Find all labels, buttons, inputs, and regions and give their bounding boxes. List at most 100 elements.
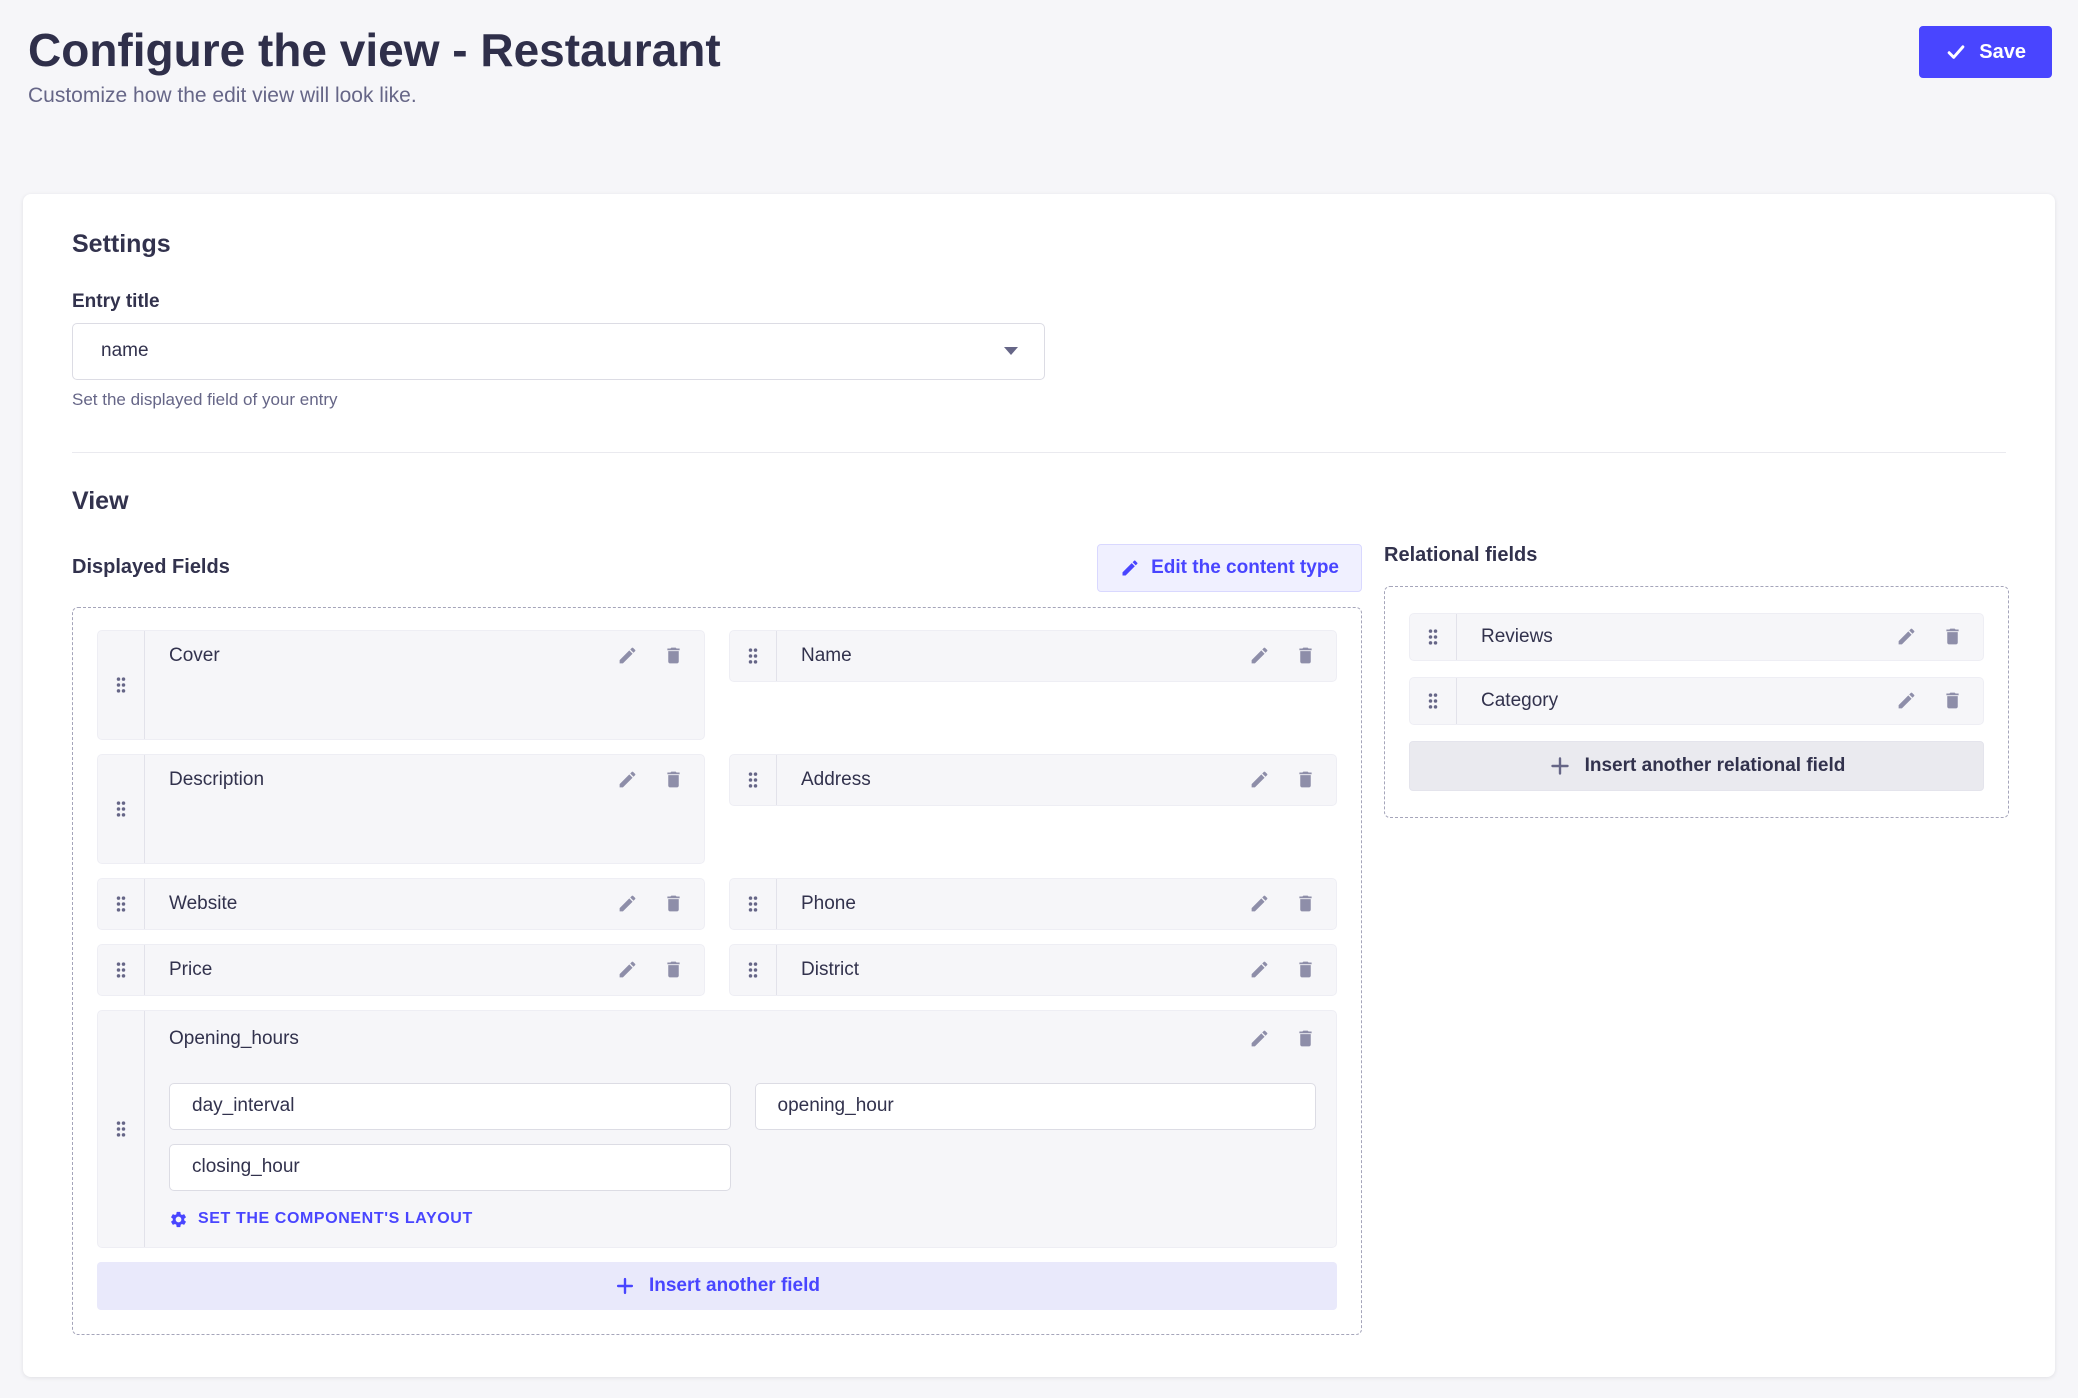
drag-handle-icon [1423,690,1443,712]
pencil-icon [1249,769,1270,790]
delete-field-button[interactable] [1295,1028,1316,1049]
entry-title-group: Entry title name Set the displayed field… [72,291,2006,410]
drag-handle[interactable] [98,755,145,863]
view-layout-row: Displayed Fields Edit the content type C… [72,544,2006,1335]
edit-field-button[interactable] [1896,690,1917,711]
drag-handle[interactable] [730,879,777,929]
field-card-cover: Cover [97,630,705,740]
field-card-content: Cover [145,631,704,739]
trash-icon [663,959,684,980]
displayed-fields-column: Displayed Fields Edit the content type C… [72,544,1362,1335]
drag-handle-icon [111,959,131,981]
field-card-content: Description [145,755,704,863]
insert-another-field-button[interactable]: Insert another field [97,1262,1337,1310]
drag-handle[interactable] [98,1011,145,1247]
subfield-opening-hour[interactable]: opening_hour [755,1083,1317,1130]
edit-field-button[interactable] [617,645,638,666]
edit-field-button[interactable] [1249,645,1270,666]
edit-field-button[interactable] [617,893,638,914]
drag-handle[interactable] [98,631,145,739]
field-actions [1896,626,1963,647]
field-actions [1896,690,1963,711]
displayed-fields-dropzone: Cover Name [72,607,1362,1335]
caret-down-icon [1004,347,1018,355]
relational-fields-heading: Relational fields [1384,544,2009,567]
edit-field-button[interactable] [617,959,638,980]
edit-field-button[interactable] [1249,1028,1270,1049]
drag-handle[interactable] [1410,678,1457,724]
save-button[interactable]: Save [1919,26,2052,78]
delete-field-button[interactable] [1295,769,1316,790]
edit-content-type-button[interactable]: Edit the content type [1097,544,1362,592]
delete-field-button[interactable] [1295,645,1316,666]
field-label: Phone [801,893,856,915]
field-label: Name [801,645,852,667]
trash-icon [663,769,684,790]
delete-field-button[interactable] [1942,626,1963,647]
edit-content-type-label: Edit the content type [1151,557,1339,579]
delete-field-button[interactable] [1942,690,1963,711]
subfield-closing-hour[interactable]: closing_hour [169,1144,731,1191]
edit-field-button[interactable] [1896,626,1917,647]
field-card-content: Address [777,755,1336,805]
field-actions [1249,893,1316,914]
field-card-district: District [729,944,1337,996]
pencil-icon [1249,645,1270,666]
delete-field-button[interactable] [1295,893,1316,914]
delete-field-button[interactable] [663,893,684,914]
insert-relational-field-button[interactable]: Insert another relational field [1409,741,1984,791]
view-heading: View [72,487,2006,516]
pencil-icon [617,959,638,980]
drag-handle-icon [111,798,131,820]
subfield-day-interval[interactable]: day_interval [169,1083,731,1130]
trash-icon [1295,893,1316,914]
entry-title-select[interactable]: name [72,323,1045,380]
delete-field-button[interactable] [663,959,684,980]
pencil-icon [1896,690,1917,711]
pencil-icon [1120,558,1140,578]
relational-fields-column: Relational fields Reviews [1384,544,2009,1335]
field-card-address: Address [729,754,1337,806]
pencil-icon [1249,959,1270,980]
trash-icon [663,645,684,666]
gear-icon [169,1210,188,1229]
pencil-icon [1249,893,1270,914]
page-title: Configure the view - Restaurant [28,24,721,77]
edit-field-button[interactable] [617,769,638,790]
drag-handle-icon [743,959,763,981]
delete-field-button[interactable] [1295,959,1316,980]
field-label: Opening_hours [169,1028,299,1050]
save-button-label: Save [1979,41,2026,64]
trash-icon [1942,626,1963,647]
drag-handle-icon [111,893,131,915]
field-actions [617,769,684,790]
relational-card-reviews: Reviews [1409,613,1984,661]
drag-handle[interactable] [730,631,777,681]
pencil-icon [1249,1028,1270,1049]
drag-handle[interactable] [98,879,145,929]
drag-handle-icon [743,645,763,667]
drag-handle[interactable] [1410,614,1457,660]
field-card-description: Description [97,754,705,864]
plus-icon [614,1275,636,1297]
delete-field-button[interactable] [663,769,684,790]
drag-handle[interactable] [730,945,777,995]
field-label: Address [801,769,871,791]
page-header-text: Configure the view - Restaurant Customiz… [28,24,721,108]
check-icon [1945,41,1967,63]
delete-field-button[interactable] [663,645,684,666]
edit-field-button[interactable] [1249,959,1270,980]
displayed-fields-grid: Cover Name [97,630,1337,1310]
drag-handle-icon [111,674,131,696]
field-card-name: Name [729,630,1337,682]
set-component-layout-button[interactable]: SET THE COMPONENT'S LAYOUT [169,1210,1316,1229]
edit-field-button[interactable] [1249,893,1270,914]
drag-handle[interactable] [730,755,777,805]
field-card-website: Website [97,878,705,930]
field-card-price: Price [97,944,705,996]
drag-handle[interactable] [98,945,145,995]
trash-icon [1295,1028,1316,1049]
pencil-icon [1896,626,1917,647]
page-header: Configure the view - Restaurant Customiz… [0,0,2078,108]
edit-field-button[interactable] [1249,769,1270,790]
